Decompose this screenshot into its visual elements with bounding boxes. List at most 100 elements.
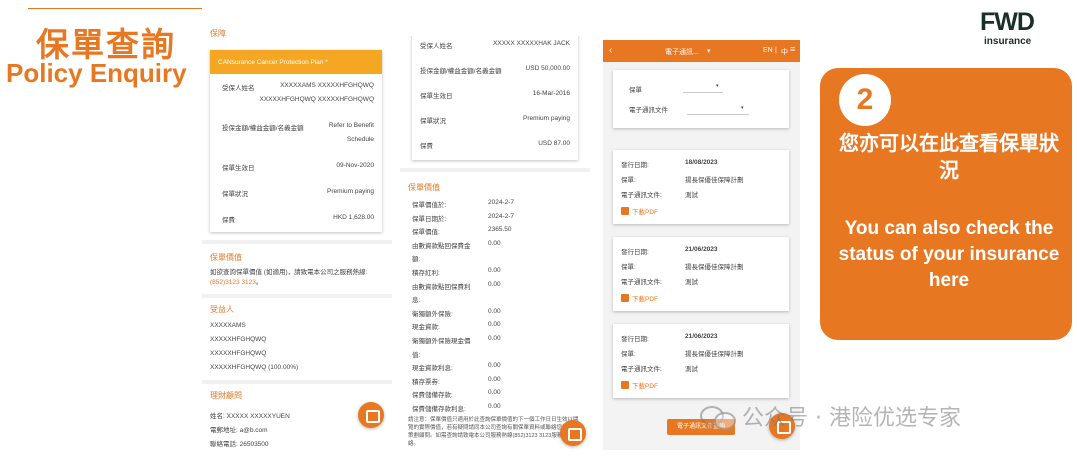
policy-value: 揚長保優佳保障計劃 — [685, 351, 744, 358]
plan-name: CANsurance Cancer Protection Plan * — [210, 50, 382, 74]
phone-screen-e-communication: ‹ 電子通訊... ▾ EN | 中 ≡ 保單 ▾ 電子通訊文件 ▾ 電子通訊文… — [603, 40, 800, 450]
lang-en[interactable]: EN — [763, 47, 773, 54]
plan-card[interactable]: CANsurance Cancer Protection Plan * 受保人姓… — [210, 50, 382, 232]
value-row-amount: 0.00 — [488, 389, 501, 397]
beneficiary-title: 受益人 — [210, 305, 234, 314]
download-pdf-link[interactable]: 下載PDF — [621, 293, 658, 303]
policy-value-title: 保單價值 — [408, 183, 440, 192]
value-row-label: 衛獨額外保險現金價 — [412, 338, 471, 345]
chat-icon[interactable] — [560, 420, 586, 446]
value-row-label: 額: — [412, 256, 421, 264]
issue-date-label: 發行日期: — [621, 162, 649, 169]
document-label: 電子通訊文件: — [621, 192, 662, 199]
record-card[interactable]: 發行日期: 21/06/2023 保單: 揚長保優佳保障計劃電子通訊文件: 測試下載PD… — [613, 324, 789, 398]
value-row-label: 息: — [412, 297, 421, 305]
policy-value: 揚長保優佳保障計劃 — [685, 264, 744, 271]
record-card[interactable]: 發行日期: 21/06/2023 保單: 揚長保優佳保障計劃 電子通訊文件: 測試 下載PD… — [613, 237, 789, 311]
callout-text-zh: 您亦可以在此查看保單狀況 — [839, 131, 1059, 182]
download-icon — [621, 294, 629, 302]
value-row-amount: 2365.50 — [488, 226, 512, 234]
back-icon[interactable]: ‹ — [609, 45, 612, 56]
policy-value-text: 如欲查詢保單價值 (如適用)，請致電本公司之服務熱線:(852)3123 312… — [210, 269, 368, 286]
step-number: 2 — [839, 74, 891, 126]
policy-filter-label: 保單 — [629, 87, 642, 94]
value-row-label: 現金資款利息: — [412, 365, 453, 373]
value-row-amount: 2024-2-7 — [488, 212, 515, 220]
dropdown-icon[interactable]: ▾ — [707, 47, 711, 55]
document-value: 測試 — [685, 279, 698, 286]
policy-filter-select[interactable] — [683, 92, 723, 93]
value-row-label: 保單價值於: — [412, 202, 447, 209]
chevron-down-icon[interactable]: ▾ — [716, 83, 719, 89]
document-label: 電子通訊文件: — [621, 366, 662, 373]
document-value: 測試 — [685, 366, 698, 373]
value-row-label: 由數資款點回保費金 — [412, 242, 471, 250]
value-row-amount: 0.00 — [488, 280, 501, 288]
value-row-label: 保單日期於: — [412, 215, 447, 223]
beneficiary-item: XXXXXHFGHQWQ (100.00%) — [210, 364, 299, 371]
advisor-name: 姓名: XXXXX XXXXXYUEN — [210, 413, 290, 420]
divider — [202, 380, 392, 384]
wechat-icon — [700, 404, 736, 430]
advisor-phone: 聯絡電話: 26503500 — [210, 441, 269, 448]
chevron-down-icon[interactable]: ▾ — [741, 105, 744, 111]
beneficiary-item: XXXXXAMS — [210, 322, 246, 329]
beneficiary-item: XXXXXHFGHQWQ — [210, 350, 267, 357]
download-icon — [621, 381, 629, 389]
download-icon — [621, 207, 629, 215]
doc-filter-label: 電子通訊文件 — [629, 107, 668, 114]
divider — [202, 294, 392, 298]
value-row-label: 保費儲備存款: — [412, 392, 453, 400]
policy-label: 保單: — [621, 177, 636, 184]
coverage-title: 保障 — [210, 29, 226, 38]
issue-date-value: 21/06/2023 — [685, 246, 718, 253]
document-value: 測試 — [685, 192, 698, 199]
chat-icon[interactable] — [358, 402, 384, 428]
policy-label: 保單: — [621, 264, 636, 271]
beneficiary-item: XXXXXHFGHQWQ — [210, 336, 267, 343]
phone-screen-policy-value: 受保人姓名 XXXXX XXXXXHAK JACK 投保金額/權益金額/名義金額 U… — [400, 36, 590, 461]
hotline-link[interactable]: (852)3123 3123 — [210, 279, 256, 286]
value-row-label: 值: — [412, 351, 421, 359]
value-row-label: 衛獨額外保險: — [412, 310, 453, 318]
policy-value-title: 保單價值 — [210, 253, 242, 262]
value-row-amount: 0.00 — [488, 335, 501, 342]
top-title: 電子通訊... — [665, 49, 699, 56]
value-row-amount: 2024-2-7 — [488, 199, 515, 206]
policy-label: 保單: — [621, 351, 636, 358]
heading-rule — [28, 8, 202, 9]
value-row-label: 現金資款: — [412, 324, 440, 332]
value-row-label: 積存票券: — [412, 378, 440, 386]
download-pdf-link[interactable]: 下載PDF — [621, 380, 658, 390]
logo-brand: FWD — [980, 8, 1035, 36]
download-pdf-link[interactable]: 下載PDF — [621, 206, 658, 216]
callout-text-en: You can also check the status of your in… — [838, 218, 1060, 291]
advisor-email: 電郵地址: a@b.com — [210, 427, 268, 434]
value-row-amount: 0.00 — [488, 307, 501, 315]
lang-zh[interactable]: 中 — [781, 47, 788, 57]
heading-en: Policy Enquiry — [6, 58, 187, 88]
top-bar: ‹ 電子通訊... ▾ EN | 中 ≡ — [603, 40, 800, 62]
issue-date-label: 發行日期: — [621, 336, 649, 343]
document-label: 電子通訊文件: — [621, 279, 662, 286]
doc-filter-select[interactable] — [687, 114, 749, 115]
value-row-label: 由數資款點回保費利 — [412, 283, 471, 291]
issue-date-value: 21/06/2023 — [685, 333, 718, 340]
fwd-logo: FWD insurance — [980, 8, 1060, 50]
policy-value: 揚長保優佳保障計劃 — [685, 177, 744, 184]
value-row-amount: 0.00 — [488, 267, 501, 274]
record-card[interactable]: 發行日期: 18/08/2023 保單: 揚長保優佳保障計劃電子通訊文件: 測試下載PD… — [613, 150, 789, 224]
value-row-amount: 0.00 — [488, 403, 501, 410]
issue-date-value: 18/08/2023 — [685, 159, 718, 166]
logo-sub: insurance — [984, 36, 1032, 47]
filter-card: 保單 ▾ 電子通訊文件 ▾ — [613, 70, 789, 128]
policy-value-notice: 請注意：保單價值只適用於此查詢保單價值的下一個工作日日生效以閱覽的實際價值，若有… — [408, 417, 579, 447]
menu-icon[interactable]: ≡ — [790, 44, 795, 54]
value-row-amount: 0.00 — [488, 321, 501, 329]
value-row-label: 保費儲備存款利息: — [412, 406, 466, 413]
value-row-amount: 0.00 — [488, 239, 501, 247]
value-row-label: 保單價值: — [412, 229, 440, 237]
phone-screen-coverage: 保障 CANsurance Cancer Protection Plan * 受… — [202, 18, 392, 461]
policy-detail-card[interactable]: 受保人姓名 XXXXX XXXXXHAK JACK 投保金額/權益金額/名義金額 U… — [412, 36, 578, 160]
divider — [202, 240, 392, 244]
